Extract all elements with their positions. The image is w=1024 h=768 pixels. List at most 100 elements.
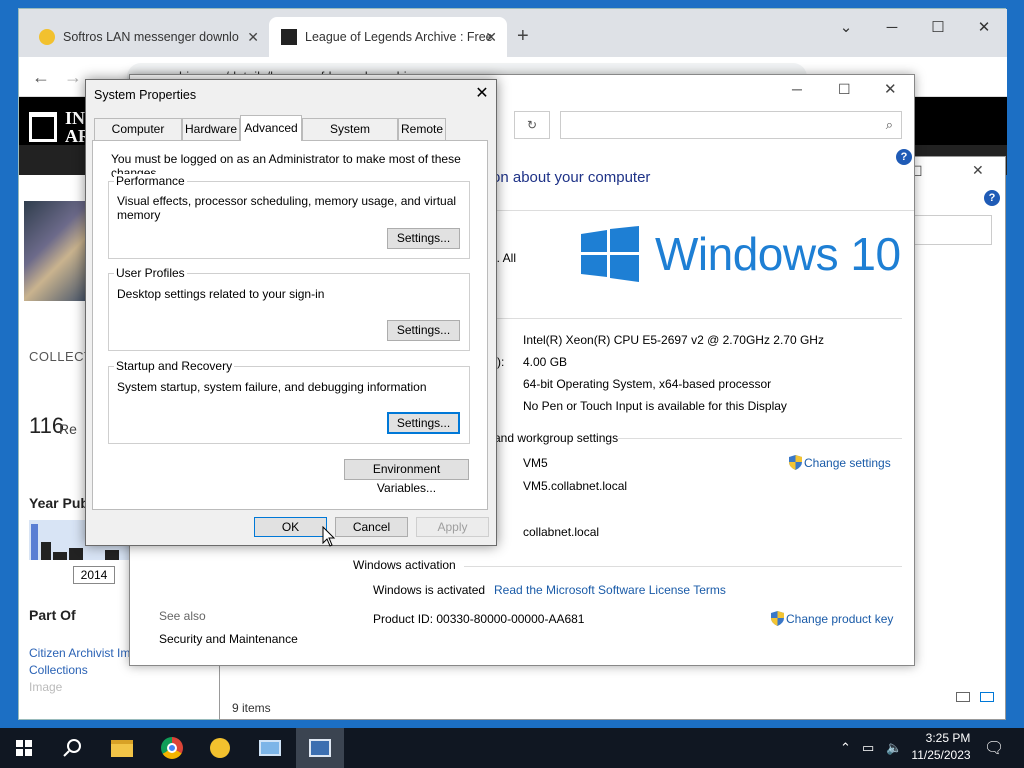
search-button[interactable] — [48, 728, 96, 768]
dialog-close-button[interactable]: ✕ — [472, 84, 492, 104]
performance-settings-button[interactable]: Settings... — [387, 228, 460, 249]
taskbar-softros[interactable] — [196, 728, 244, 768]
taskbar-system-properties[interactable] — [296, 728, 344, 768]
tab-hardware[interactable]: Hardware — [182, 118, 240, 140]
large-icons-view-icon[interactable] — [980, 692, 994, 702]
start-button[interactable] — [0, 728, 48, 768]
collection-label: COLLECT — [29, 349, 93, 364]
archive-logo[interactable]: IN AR — [29, 109, 91, 145]
chrome-minimize-button[interactable]: ─ — [869, 13, 915, 43]
startup-recovery-description: System startup, system failure, and debu… — [117, 380, 427, 394]
apply-button[interactable]: Apply — [416, 517, 489, 537]
lightbulb-icon — [210, 738, 230, 758]
chrome-collapse-icon[interactable]: ⌄ — [823, 13, 869, 43]
startup-recovery-settings-button[interactable]: Settings... — [387, 412, 460, 434]
close-tab-icon[interactable]: ✕ — [247, 29, 259, 46]
explorer-search-box[interactable] — [912, 215, 992, 245]
tray-overflow-icon[interactable]: ⌃ — [840, 740, 851, 756]
startup-recovery-title: Startup and Recovery — [114, 359, 235, 373]
histogram-handle[interactable] — [31, 524, 38, 560]
tab-computer-name[interactable]: Computer Name — [94, 118, 182, 156]
windows-logo-icon — [581, 226, 639, 282]
search-icon — [63, 739, 81, 757]
license-terms-link[interactable]: Read the Microsoft Software License Term… — [494, 583, 726, 597]
clock-time[interactable]: 3:25 PM — [918, 731, 978, 745]
tab-system-protection[interactable]: System Protection — [302, 118, 398, 156]
taskbar-control-panel[interactable] — [246, 728, 294, 768]
activation-status: Windows is activated — [373, 583, 486, 597]
chrome-icon — [161, 737, 183, 759]
chrome-close-button[interactable]: ✕ — [961, 13, 1007, 43]
archive-icon — [281, 29, 297, 45]
citizen-archivist-link[interactable]: Citizen Archivist Im — [29, 646, 130, 660]
image-link[interactable]: Image — [29, 680, 62, 694]
system-maximize-button[interactable]: ☐ — [838, 81, 851, 98]
collections-link[interactable]: Collections — [29, 663, 88, 677]
explorer-close-button[interactable]: ✕ — [972, 162, 984, 179]
user-profiles-settings-button[interactable]: Settings... — [387, 320, 460, 341]
lightbulb-icon — [39, 29, 55, 45]
user-profiles-description: Desktop settings related to your sign-in — [117, 287, 325, 301]
change-product-key-link[interactable]: Change product key — [786, 612, 893, 626]
full-computer-name-value: VM5.collabnet.local — [523, 479, 628, 493]
control-panel-icon — [259, 740, 281, 756]
year-from-input[interactable]: 2014 — [73, 566, 115, 584]
separator — [618, 438, 902, 439]
system-help-icon[interactable]: ? — [896, 149, 912, 165]
histogram-bar — [105, 550, 119, 560]
tab-advanced[interactable]: Advanced — [240, 115, 302, 141]
see-also-label: See also — [159, 609, 206, 623]
tab-remote[interactable]: Remote — [398, 118, 446, 140]
explorer-help-icon[interactable]: ? — [984, 190, 1000, 206]
tab-softros[interactable]: Softros LAN messenger downlo ✕ — [27, 17, 269, 57]
security-maintenance-link[interactable]: Security and Maintenance — [159, 632, 298, 646]
user-profiles-title: User Profiles — [114, 266, 187, 280]
close-tab-icon[interactable]: ✕ — [485, 29, 497, 46]
results-label: Re — [59, 421, 77, 437]
taskbar-chrome[interactable] — [148, 728, 196, 768]
processor-value: Intel(R) Xeon(R) CPU E5-2697 v2 @ 2.70GH… — [523, 333, 824, 347]
network-icon[interactable]: ▭ — [862, 740, 874, 756]
separator — [464, 566, 902, 567]
chrome-tab-strip: Softros LAN messenger downlo ✕ League of… — [19, 9, 1007, 57]
details-view-icon[interactable] — [956, 692, 970, 702]
change-settings-link[interactable]: Change settings — [804, 456, 891, 470]
system-minimize-button[interactable]: ─ — [792, 81, 802, 97]
windows-start-icon — [16, 740, 32, 756]
ok-button[interactable]: OK — [254, 517, 327, 537]
histogram-bar — [69, 548, 83, 560]
system-type-value: 64-bit Operating System, x64-based proce… — [523, 377, 772, 391]
histogram-bar — [41, 542, 51, 560]
windows-10-wordmark: Windows 10 — [655, 228, 901, 280]
separator — [490, 318, 902, 319]
ram-value: 4.00 GB — [523, 355, 568, 369]
clock-date[interactable]: 11/25/2023 — [906, 748, 976, 762]
system-close-button[interactable]: ✕ — [884, 80, 897, 98]
activation-header: Windows activation — [353, 558, 456, 572]
taskbar-file-explorer[interactable] — [98, 728, 146, 768]
cancel-button[interactable]: Cancel — [335, 517, 408, 537]
system-page-heading: on about your computer — [492, 169, 651, 186]
collection-thumbnail[interactable] — [24, 201, 88, 301]
system-properties-dialog: System Properties ✕ Computer Name Hardwa… — [85, 79, 497, 546]
refresh-button[interactable]: ↻ — [514, 111, 550, 139]
volume-muted-icon[interactable]: 🔈 — [886, 740, 902, 756]
back-button[interactable]: ← — [27, 63, 55, 91]
chrome-maximize-button[interactable]: ☐ — [915, 13, 961, 43]
tab-title: Softros LAN messenger downlo — [63, 30, 239, 44]
forward-button[interactable]: → — [59, 63, 87, 91]
new-tab-button[interactable]: + — [517, 25, 529, 48]
notifications-icon[interactable]: 🗨 — [984, 738, 1004, 758]
folder-icon — [111, 739, 133, 757]
pen-touch-value: No Pen or Touch Input is available for t… — [523, 399, 787, 413]
performance-description: Visual effects, processor scheduling, me… — [117, 194, 457, 222]
computer-name-section-header: and workgroup settings — [494, 431, 619, 445]
computer-icon — [309, 739, 331, 757]
year-published-heading: Year Pub — [29, 495, 89, 511]
uac-shield-icon — [789, 455, 802, 470]
explorer-item-count: 9 items — [232, 701, 271, 715]
control-panel-search[interactable]: ⌕ — [560, 111, 902, 139]
environment-variables-button[interactable]: Environment Variables... — [344, 459, 469, 495]
archive-temple-icon — [29, 112, 57, 142]
tab-league-archive[interactable]: League of Legends Archive : Free ✕ — [269, 17, 507, 57]
